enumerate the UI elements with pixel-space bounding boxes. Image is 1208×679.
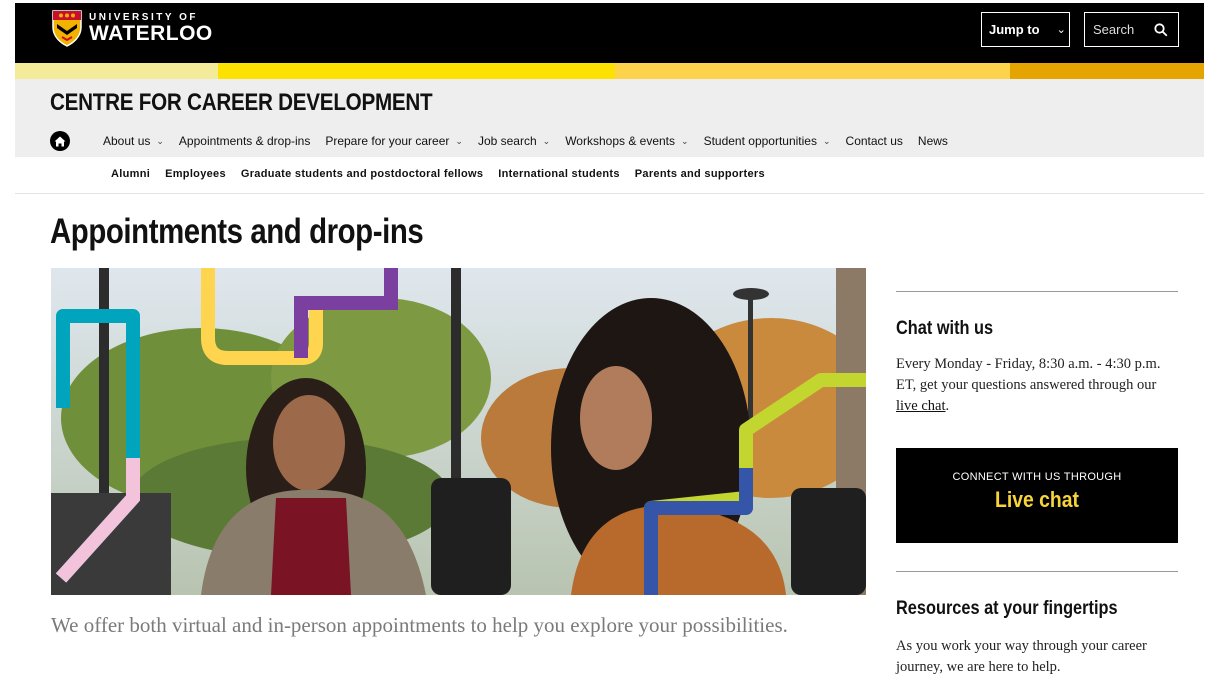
sidebar-rule [896,571,1178,572]
nav-item-student-opportunities[interactable]: Student opportunities ⌄ [704,134,831,148]
chat-heading: Chat with us [896,318,994,339]
stripe-segment [218,63,615,79]
search-placeholder: Search [1093,22,1135,37]
crest-icon [52,10,82,47]
sidebar-rule [896,291,1178,292]
site-title[interactable]: CENTRE FOR CAREER DEVELOPMENT [50,89,433,117]
brand-stripe [15,63,1204,79]
nav-item-about-us[interactable]: About us ⌄ [103,134,164,148]
home-icon[interactable] [50,131,70,151]
top-bar: UNIVERSITY OF WATERLOO Jump to ⌄ Search [15,3,1204,63]
stripe-segment [15,63,218,79]
page-title: Appointments and drop-ins [50,212,424,251]
nav-label: Student opportunities [703,134,817,148]
university-logo[interactable]: UNIVERSITY OF WATERLOO [51,9,213,47]
nav-label: About us [103,134,151,148]
cta-small-text: CONNECT WITH US THROUGH [952,471,1122,483]
nav-label: Job search [477,134,537,148]
logo-small-text: UNIVERSITY OF [89,11,198,23]
audience-link-employees[interactable]: Employees [165,168,226,180]
audience-link-graduate[interactable]: Graduate students and postdoctoral fello… [241,168,483,180]
nav-item-workshops[interactable]: Workshops & events ⌄ [565,134,688,148]
resources-heading: Resources at your fingertips [896,598,1118,619]
chevron-down-icon: ⌄ [1056,24,1066,36]
search-icon[interactable] [1154,23,1168,37]
logo-big-text: WATERLOO [89,21,213,45]
audience-link-alumni[interactable]: Alumni [111,168,150,180]
site-header: CENTRE FOR CAREER DEVELOPMENT About us ⌄ … [15,79,1204,157]
resources-text: As you work your way through your career… [896,638,1147,675]
cta-big-text: Live chat [995,487,1079,512]
nav-item-contact-us[interactable]: Contact us [846,134,903,148]
nav-item-appointments[interactable]: Appointments & drop-ins [179,134,310,148]
chevron-down-icon: ⌄ [542,135,551,146]
nav-label: News [917,134,948,148]
chevron-down-icon: ⌄ [156,135,164,146]
live-chat-button[interactable]: CONNECT WITH US THROUGH Live chat [896,448,1178,543]
live-chat-link[interactable]: live chat [896,398,946,414]
stripe-segment [615,63,1010,79]
hero-image [51,268,866,595]
audience-nav: Alumni Employees Graduate students and p… [111,168,780,180]
header-divider [15,193,1204,194]
audience-link-parents[interactable]: Parents and supporters [635,168,765,180]
stripe-segment [1010,63,1204,79]
chat-text-end: . [945,398,950,414]
chat-text-body: Every Monday - Friday, 8:30 a.m. - 4:30 … [896,356,1161,393]
nav-label: Contact us [845,134,903,148]
chat-text: Every Monday - Friday, 8:30 a.m. - 4:30 … [896,354,1181,417]
chevron-down-icon: ⌄ [822,135,831,146]
intro-paragraph: We offer both virtual and in-person appo… [51,613,788,637]
nav-label: Workshops & events [565,134,676,148]
search-input[interactable]: Search [1084,12,1179,47]
nav-label: Appointments & drop-ins [178,134,311,148]
jump-to-label: Jump to [989,22,1040,37]
nav-item-prepare[interactable]: Prepare for your career ⌄ [325,134,463,148]
audience-link-international[interactable]: International students [498,168,620,180]
nav-item-job-search[interactable]: Job search ⌄ [478,134,550,148]
jump-to-button[interactable]: Jump to ⌄ [981,12,1070,47]
main-nav: About us ⌄ Appointments & drop-ins Prepar… [50,131,963,151]
nav-item-news[interactable]: News [918,134,948,148]
chevron-down-icon: ⌄ [455,135,463,146]
chevron-down-icon: ⌄ [681,135,689,146]
nav-label: Prepare for your career [325,134,450,148]
